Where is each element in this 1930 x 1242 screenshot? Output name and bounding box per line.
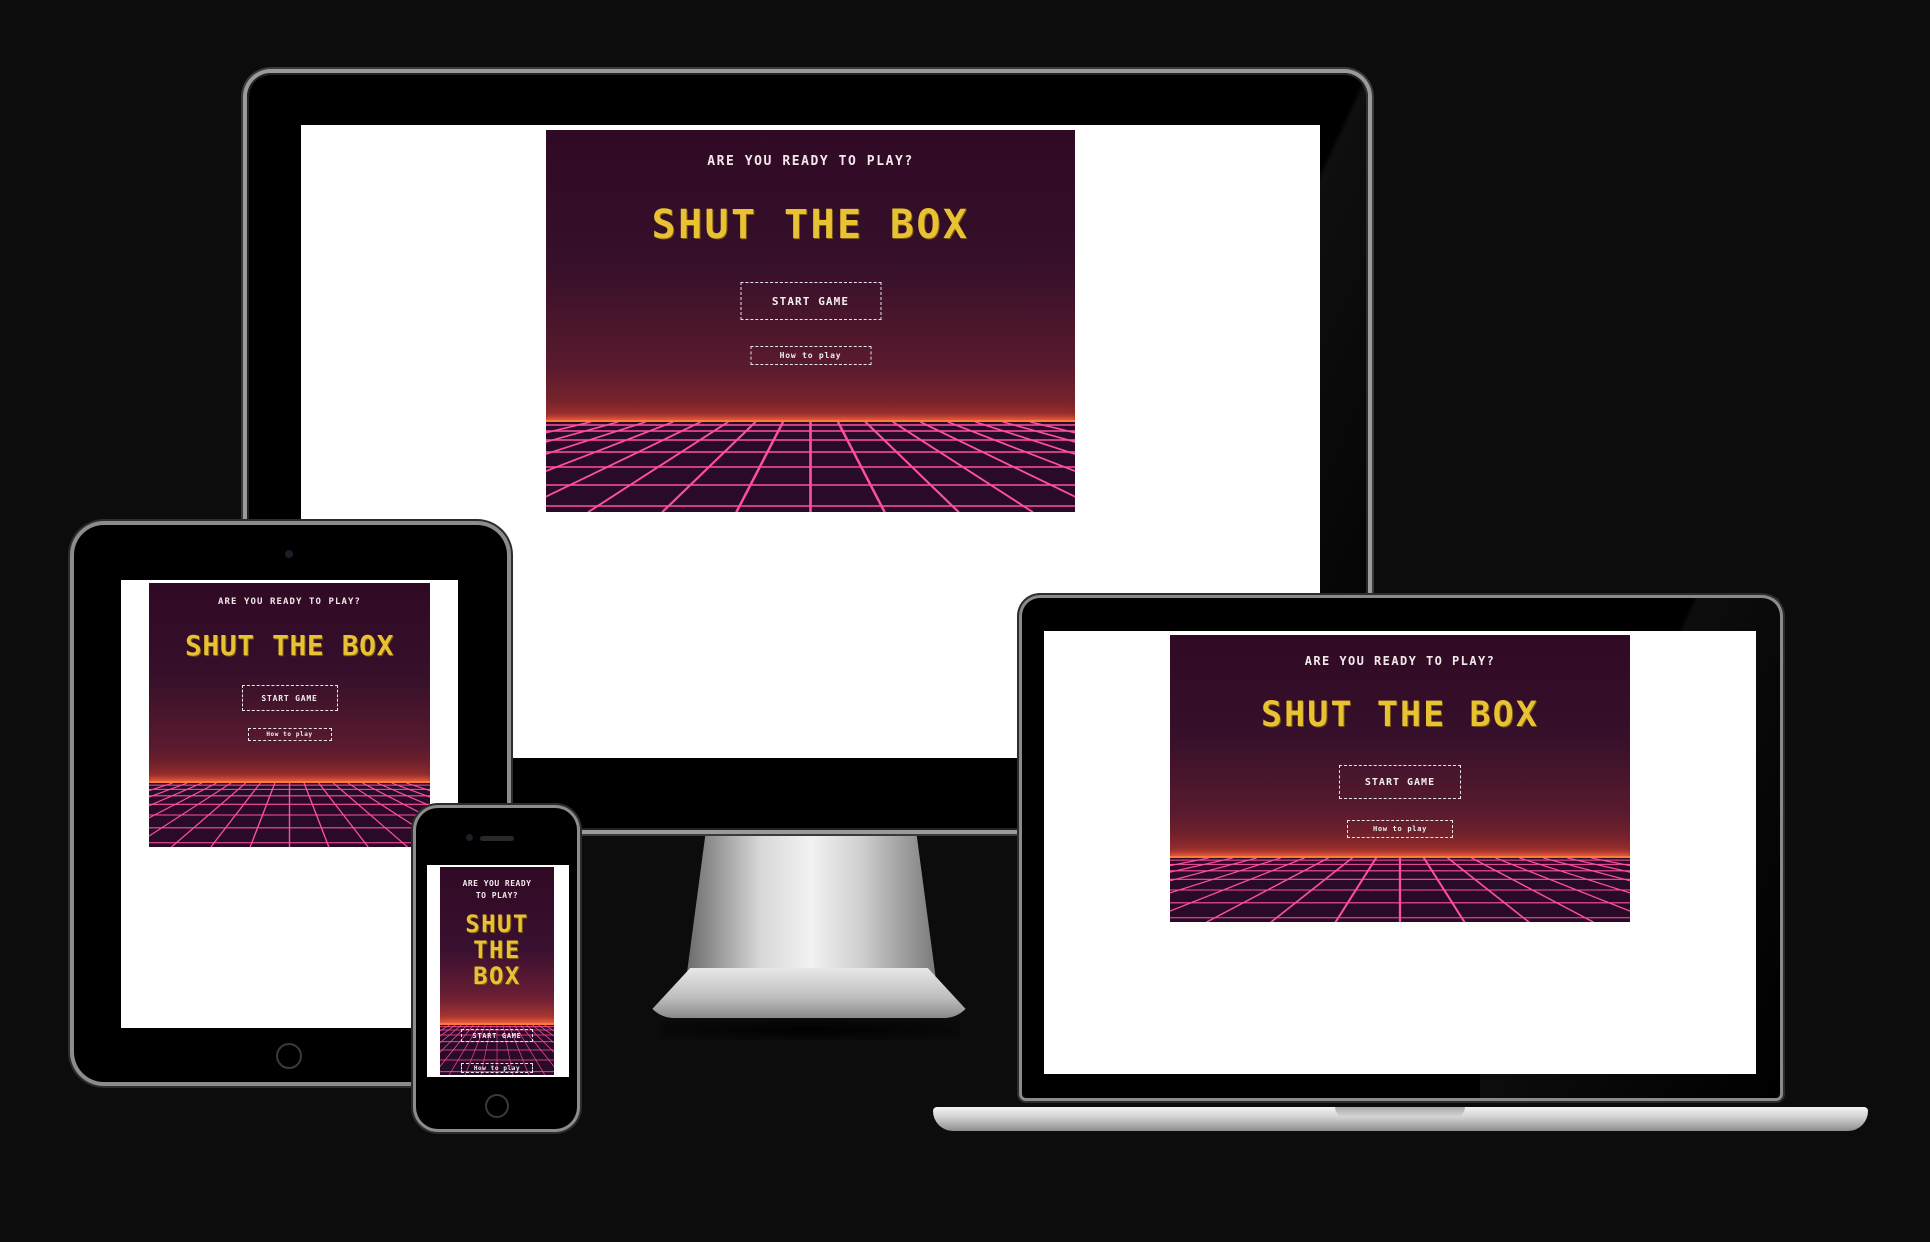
monitor-stand-neck bbox=[686, 830, 936, 980]
laptop-notch bbox=[1335, 1107, 1465, 1117]
start-game-button[interactable]: START GAME bbox=[740, 282, 881, 320]
start-game-button[interactable]: START GAME bbox=[241, 685, 338, 711]
game-title-line-2: THE bbox=[473, 936, 521, 964]
hero-tagline: ARE YOU READY TO PLAY? bbox=[218, 597, 361, 607]
game-title-line-1: SHUT bbox=[465, 910, 529, 938]
phone-viewport: ARE YOU READY TO PLAY? SHUT THE BOX STAR… bbox=[427, 865, 569, 1077]
how-to-play-button[interactable]: How to play bbox=[750, 346, 871, 365]
phone-camera-icon bbox=[466, 834, 473, 841]
game-title: SHUT THE BOX bbox=[184, 629, 394, 662]
monitor-stand-base bbox=[644, 968, 974, 1018]
how-to-play-button[interactable]: How to play bbox=[461, 1063, 533, 1073]
hero-banner: ARE YOU READY TO PLAY? SHUT THE BOX STAR… bbox=[546, 130, 1075, 512]
tablet-camera-icon bbox=[285, 550, 293, 558]
hero-tagline: ARE YOU READY TO PLAY? bbox=[707, 154, 914, 169]
start-game-button[interactable]: START GAME bbox=[461, 1029, 533, 1042]
hero-tagline-line-2: TO PLAY? bbox=[475, 891, 519, 900]
hero-banner: ARE YOU READY TO PLAY? SHUT THE BOX STAR… bbox=[149, 583, 430, 847]
hero-tagline: ARE YOU READY TO PLAY? bbox=[1304, 654, 1496, 668]
tablet-viewport: ARE YOU READY TO PLAY? SHUT THE BOX STAR… bbox=[121, 580, 458, 1028]
hero-banner: ARE YOU READY TO PLAY? SHUT THE BOX STAR… bbox=[440, 867, 554, 1075]
neon-grid-floor bbox=[1170, 858, 1630, 922]
neon-grid-floor bbox=[546, 422, 1075, 512]
hero-tagline-line-1: ARE YOU READY bbox=[462, 879, 532, 888]
hero-banner: ARE YOU READY TO PLAY? SHUT THE BOX STAR… bbox=[1170, 635, 1630, 922]
how-to-play-button[interactable]: How to play bbox=[247, 728, 332, 741]
neon-grid-floor bbox=[149, 783, 430, 847]
monitor-shadow bbox=[660, 1020, 960, 1040]
start-game-button[interactable]: START GAME bbox=[1339, 765, 1461, 799]
tablet-home-button bbox=[276, 1043, 302, 1069]
game-title: SHUT THE BOX bbox=[651, 202, 970, 248]
laptop-viewport: ARE YOU READY TO PLAY? SHUT THE BOX STAR… bbox=[1044, 631, 1756, 1074]
phone-home-button bbox=[485, 1094, 509, 1118]
phone-speaker bbox=[480, 836, 514, 841]
how-to-play-button[interactable]: How to play bbox=[1347, 820, 1453, 838]
game-title: SHUT THE BOX bbox=[1260, 695, 1540, 735]
game-title-line-3: BOX bbox=[473, 962, 521, 990]
